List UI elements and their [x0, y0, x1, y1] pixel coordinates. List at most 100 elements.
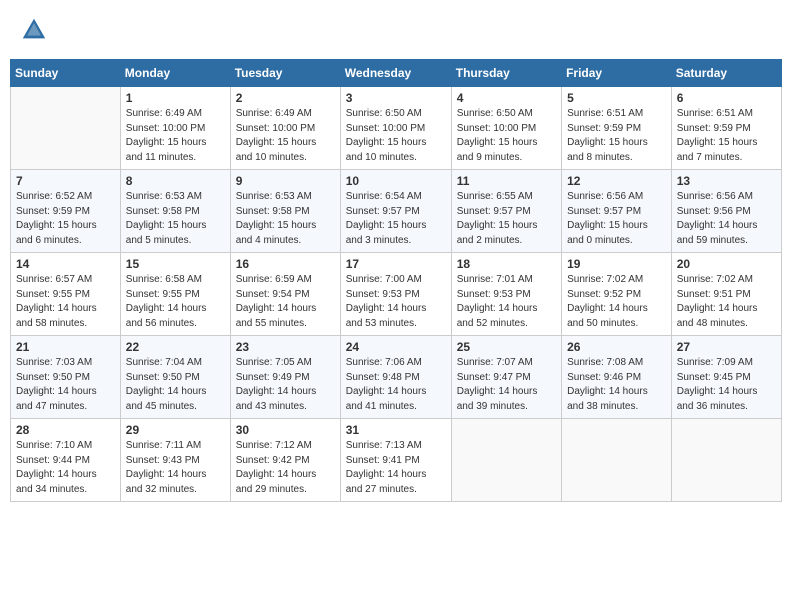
- day-number: 19: [567, 257, 666, 271]
- calendar-cell: 19 Sunrise: 7:02 AMSunset: 9:52 PMDayligh…: [562, 253, 672, 336]
- weekday-header-tuesday: Tuesday: [230, 60, 340, 87]
- calendar-cell: 1Sunrise: 6:49 AMSunset: 10:00 PMDayligh…: [120, 87, 230, 170]
- day-info: Sunrise: 7:02 AMSunset: 9:51 PMDaylight:…: [677, 273, 776, 331]
- day-info: Sunrise: 6:55 AMSunset: 9:57 PMDaylight:…: [457, 190, 556, 248]
- day-number: 15: [126, 257, 225, 271]
- day-number: 27: [677, 340, 776, 354]
- calendar-table: SundayMondayTuesdayWednesdayThursdayFrid…: [10, 59, 782, 502]
- day-number: 23: [236, 340, 335, 354]
- logo-icon: [20, 16, 48, 44]
- calendar-cell: 10 Sunrise: 6:54 AMSunset: 9:57 PMDayligh…: [340, 170, 451, 253]
- calendar-cell: 11 Sunrise: 6:55 AMSunset: 9:57 PMDayligh…: [451, 170, 561, 253]
- calendar-week-row: 14 Sunrise: 6:57 AMSunset: 9:55 PMDayligh…: [11, 253, 782, 336]
- day-number: 18: [457, 257, 556, 271]
- calendar-cell: 7 Sunrise: 6:52 AMSunset: 9:59 PMDaylight…: [11, 170, 121, 253]
- page-wrapper: SundayMondayTuesdayWednesdayThursdayFrid…: [10, 10, 782, 502]
- calendar-cell: 3Sunrise: 6:50 AMSunset: 10:00 PMDayligh…: [340, 87, 451, 170]
- calendar-cell: 15Sunrise: 6:58 AMSunset: 9:55 PMDayligh…: [120, 253, 230, 336]
- day-info: Sunrise: 7:01 AMSunset: 9:53 PMDaylight:…: [457, 273, 556, 331]
- calendar-cell: 31Sunrise: 7:13 AMSunset: 9:41 PMDayligh…: [340, 419, 451, 502]
- day-info: Sunrise: 6:57 AMSunset: 9:55 PMDaylight:…: [16, 273, 115, 331]
- calendar-cell: 25 Sunrise: 7:07 AMSunset: 9:47 PMDayligh…: [451, 336, 561, 419]
- calendar-cell: [562, 419, 672, 502]
- calendar-cell: 9Sunrise: 6:53 AMSunset: 9:58 PMDaylight…: [230, 170, 340, 253]
- calendar-cell: 30Sunrise: 7:12 AMSunset: 9:42 PMDayligh…: [230, 419, 340, 502]
- calendar-cell: 24Sunrise: 7:06 AMSunset: 9:48 PMDayligh…: [340, 336, 451, 419]
- day-number: 8: [126, 174, 225, 188]
- day-number: 6: [677, 91, 776, 105]
- day-number: 26: [567, 340, 666, 354]
- calendar-cell: 18 Sunrise: 7:01 AMSunset: 9:53 PMDayligh…: [451, 253, 561, 336]
- page-header: [10, 10, 782, 55]
- day-info: Sunrise: 7:08 AMSunset: 9:46 PMDaylight:…: [567, 356, 666, 414]
- day-number: 28: [16, 423, 115, 437]
- day-info: Sunrise: 7:11 AMSunset: 9:43 PMDaylight:…: [126, 439, 225, 497]
- calendar-cell: 8 Sunrise: 6:53 AMSunset: 9:58 PMDaylight…: [120, 170, 230, 253]
- calendar-cell: 16 Sunrise: 6:59 AMSunset: 9:54 PMDayligh…: [230, 253, 340, 336]
- day-info: Sunrise: 6:49 AMSunset: 10:00 PMDaylight…: [236, 107, 335, 165]
- calendar-cell: 22 Sunrise: 7:04 AMSunset: 9:50 PMDayligh…: [120, 336, 230, 419]
- day-number: 16: [236, 257, 335, 271]
- weekday-header-monday: Monday: [120, 60, 230, 87]
- day-info: Sunrise: 6:51 AMSunset: 9:59 PMDaylight:…: [567, 107, 666, 165]
- calendar-cell: 23 Sunrise: 7:05 AMSunset: 9:49 PMDayligh…: [230, 336, 340, 419]
- day-number: 21: [16, 340, 115, 354]
- day-info: Sunrise: 7:09 AMSunset: 9:45 PMDaylight:…: [677, 356, 776, 414]
- day-number: 14: [16, 257, 115, 271]
- weekday-header-friday: Friday: [562, 60, 672, 87]
- calendar-week-row: 7 Sunrise: 6:52 AMSunset: 9:59 PMDaylight…: [11, 170, 782, 253]
- day-number: 13: [677, 174, 776, 188]
- calendar-week-row: 28 Sunrise: 7:10 AMSunset: 9:44 PMDayligh…: [11, 419, 782, 502]
- calendar-week-row: 21 Sunrise: 7:03 AMSunset: 9:50 PMDayligh…: [11, 336, 782, 419]
- day-number: 12: [567, 174, 666, 188]
- weekday-header-row: SundayMondayTuesdayWednesdayThursdayFrid…: [11, 60, 782, 87]
- day-number: 17: [346, 257, 446, 271]
- day-info: Sunrise: 6:50 AMSunset: 10:00 PMDaylight…: [457, 107, 556, 165]
- day-info: Sunrise: 7:07 AMSunset: 9:47 PMDaylight:…: [457, 356, 556, 414]
- day-info: Sunrise: 7:04 AMSunset: 9:50 PMDaylight:…: [126, 356, 225, 414]
- day-number: 7: [16, 174, 115, 188]
- calendar-cell: 14 Sunrise: 6:57 AMSunset: 9:55 PMDayligh…: [11, 253, 121, 336]
- calendar-cell: 28 Sunrise: 7:10 AMSunset: 9:44 PMDayligh…: [11, 419, 121, 502]
- day-number: 4: [457, 91, 556, 105]
- weekday-header-wednesday: Wednesday: [340, 60, 451, 87]
- logo: [18, 16, 52, 49]
- day-info: Sunrise: 7:12 AMSunset: 9:42 PMDaylight:…: [236, 439, 335, 497]
- day-info: Sunrise: 6:59 AMSunset: 9:54 PMDaylight:…: [236, 273, 335, 331]
- day-info: Sunrise: 7:05 AMSunset: 9:49 PMDaylight:…: [236, 356, 335, 414]
- day-info: Sunrise: 7:10 AMSunset: 9:44 PMDaylight:…: [16, 439, 115, 497]
- calendar-cell: 17Sunrise: 7:00 AMSunset: 9:53 PMDayligh…: [340, 253, 451, 336]
- day-info: Sunrise: 6:56 AMSunset: 9:57 PMDaylight:…: [567, 190, 666, 248]
- calendar-cell: [11, 87, 121, 170]
- day-number: 25: [457, 340, 556, 354]
- day-info: Sunrise: 6:52 AMSunset: 9:59 PMDaylight:…: [16, 190, 115, 248]
- calendar-cell: [671, 419, 781, 502]
- calendar-cell: 13 Sunrise: 6:56 AMSunset: 9:56 PMDayligh…: [671, 170, 781, 253]
- day-info: Sunrise: 6:56 AMSunset: 9:56 PMDaylight:…: [677, 190, 776, 248]
- day-info: Sunrise: 7:03 AMSunset: 9:50 PMDaylight:…: [16, 356, 115, 414]
- day-number: 22: [126, 340, 225, 354]
- calendar-cell: 29Sunrise: 7:11 AMSunset: 9:43 PMDayligh…: [120, 419, 230, 502]
- day-info: Sunrise: 7:06 AMSunset: 9:48 PMDaylight:…: [346, 356, 446, 414]
- calendar-cell: 4 Sunrise: 6:50 AMSunset: 10:00 PMDayligh…: [451, 87, 561, 170]
- calendar-cell: 5 Sunrise: 6:51 AMSunset: 9:59 PMDaylight…: [562, 87, 672, 170]
- weekday-header-saturday: Saturday: [671, 60, 781, 87]
- calendar-week-row: 1Sunrise: 6:49 AMSunset: 10:00 PMDayligh…: [11, 87, 782, 170]
- day-number: 9: [236, 174, 335, 188]
- day-info: Sunrise: 6:51 AMSunset: 9:59 PMDaylight:…: [677, 107, 776, 165]
- calendar-cell: 2Sunrise: 6:49 AMSunset: 10:00 PMDayligh…: [230, 87, 340, 170]
- calendar-cell: [451, 419, 561, 502]
- day-number: 3: [346, 91, 446, 105]
- calendar-cell: 12 Sunrise: 6:56 AMSunset: 9:57 PMDayligh…: [562, 170, 672, 253]
- day-info: Sunrise: 6:54 AMSunset: 9:57 PMDaylight:…: [346, 190, 446, 248]
- day-number: 11: [457, 174, 556, 188]
- calendar-cell: 20Sunrise: 7:02 AMSunset: 9:51 PMDayligh…: [671, 253, 781, 336]
- weekday-header-sunday: Sunday: [11, 60, 121, 87]
- calendar-cell: 27 Sunrise: 7:09 AMSunset: 9:45 PMDayligh…: [671, 336, 781, 419]
- day-info: Sunrise: 7:13 AMSunset: 9:41 PMDaylight:…: [346, 439, 446, 497]
- day-number: 10: [346, 174, 446, 188]
- day-number: 5: [567, 91, 666, 105]
- calendar-cell: 6 Sunrise: 6:51 AMSunset: 9:59 PMDaylight…: [671, 87, 781, 170]
- day-info: Sunrise: 6:53 AMSunset: 9:58 PMDaylight:…: [126, 190, 225, 248]
- day-info: Sunrise: 7:02 AMSunset: 9:52 PMDaylight:…: [567, 273, 666, 331]
